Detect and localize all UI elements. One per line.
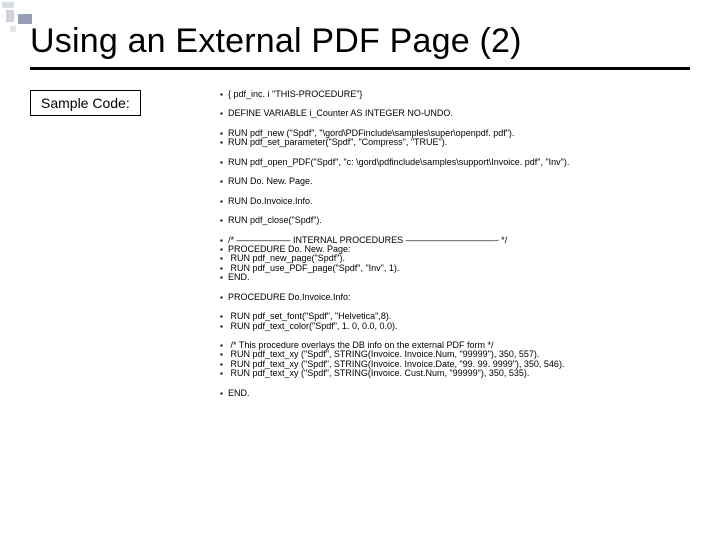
code-block: /* This procedure overlays the DB info o… [222,341,694,379]
code-block: END. [222,389,694,398]
code-block: PROCEDURE Do.Invoice.Info: [222,293,694,302]
code-line: PROCEDURE Do.Invoice.Info: [222,293,694,302]
code-line: END. [222,389,694,398]
code-line: RUN pdf_text_xy ("Spdf", STRING(Invoice.… [222,369,694,378]
code-line: DEFINE VARIABLE i_Counter AS INTEGER NO-… [222,109,694,118]
code-block: RUN Do.Invoice.Info. [222,197,694,206]
code-line: RUN pdf_set_parameter("Spdf", "Compress"… [222,138,694,147]
code-line: RUN pdf_close("Spdf"). [222,216,694,225]
code-block: RUN pdf_new ("Spdf", "\gord\PDFinclude\s… [222,129,694,148]
code-line: RUN Do. New. Page. [222,177,694,186]
code-block: /* —————— INTERNAL PROCEDURES ——————————… [222,236,694,283]
sample-code-label: Sample Code: [30,90,141,116]
code-line: RUN pdf_use_PDF_page("Spdf", "Inv", 1). [222,264,694,273]
code-block: { pdf_inc. i "THIS-PROCEDURE"} [222,90,694,99]
code-line: RUN pdf_open_PDF("Spdf", "c: \gord\pdfin… [222,158,694,167]
code-block: RUN pdf_set_font("Spdf", "Helvetica",8).… [222,312,694,331]
code-block: RUN pdf_close("Spdf"). [222,216,694,225]
code-block: RUN pdf_open_PDF("Spdf", "c: \gord\pdfin… [222,158,694,167]
slide: Using an External PDF Page (2) Sample Co… [0,0,720,540]
code-block: RUN Do. New. Page. [222,177,694,186]
code-line: RUN pdf_text_color("Spdf", 1. 0, 0.0, 0.… [222,322,694,331]
page-title: Using an External PDF Page (2) [30,22,690,70]
code-column: { pdf_inc. i "THIS-PROCEDURE"} DEFINE VA… [222,90,694,408]
code-line: RUN Do.Invoice.Info. [222,197,694,206]
code-block: DEFINE VARIABLE i_Counter AS INTEGER NO-… [222,109,694,118]
code-line: { pdf_inc. i "THIS-PROCEDURE"} [222,90,694,99]
code-line: END. [222,273,694,282]
